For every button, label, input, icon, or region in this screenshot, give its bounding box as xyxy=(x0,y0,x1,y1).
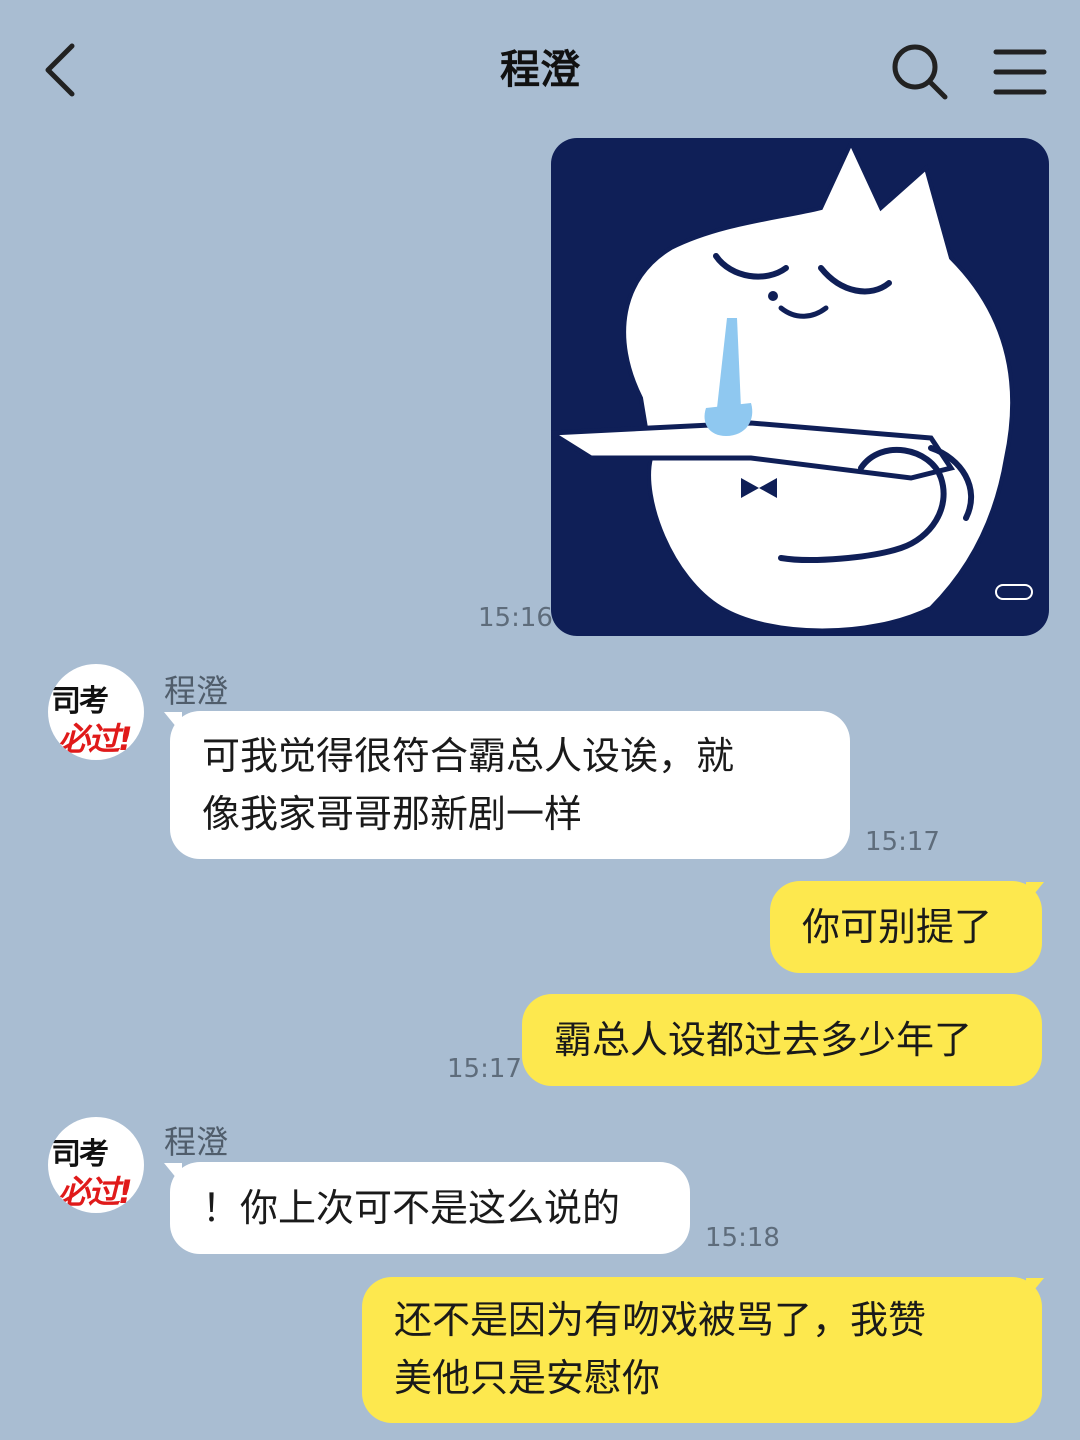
crying-cat-sticker xyxy=(551,138,1033,633)
sender-name: 程澄 xyxy=(164,1123,229,1161)
message-line: 可我觉得很符合霸总人设诶，就 xyxy=(202,734,735,778)
back-button[interactable] xyxy=(38,40,88,100)
avatar[interactable]: 司考 必过! xyxy=(48,664,144,760)
avatar[interactable]: 司考 必过! xyxy=(48,1117,144,1213)
chevron-left-icon xyxy=(45,43,75,97)
search-button[interactable] xyxy=(888,40,952,104)
chat-title: 程澄 xyxy=(500,47,580,93)
message-bubble[interactable]: 霸总人设都过去多少年了 xyxy=(522,994,1042,1086)
message-time: 15:18 xyxy=(705,1223,780,1253)
avatar-text-bottom: 必过! xyxy=(58,1173,133,1211)
message-line: 你可别提了 xyxy=(802,905,993,949)
message-line: 霸总人设都过去多少年了 xyxy=(554,1018,973,1062)
message-bubble[interactable]: 可我觉得很符合霸总人设诶，就 像我家哥哥那新剧一样 xyxy=(170,711,850,859)
message-time: 15:16 xyxy=(478,603,553,633)
sticker-image[interactable] xyxy=(551,138,1049,636)
sender-name: 程澄 xyxy=(164,672,229,710)
message-bubble[interactable]: ！你上次可不是这么说的 xyxy=(170,1162,690,1254)
message-bubble[interactable]: 还不是因为有吻戏被骂了，我赞 美他只是安慰你 xyxy=(362,1277,1042,1423)
message-line: 美他只是安慰你 xyxy=(394,1356,661,1400)
search-icon xyxy=(892,44,948,100)
menu-button[interactable] xyxy=(990,44,1050,100)
message-time: 15:17 xyxy=(447,1054,522,1084)
message-line: ！你上次可不是这么说的 xyxy=(202,1186,621,1230)
message-line: 像我家哥哥那新剧一样 xyxy=(202,792,583,836)
hamburger-menu-icon xyxy=(993,49,1047,95)
message-time: 15:17 xyxy=(865,827,940,857)
message-line: 还不是因为有吻戏被骂了，我赞 xyxy=(394,1298,927,1342)
avatar-text-bottom: 必过! xyxy=(58,720,133,758)
message-bubble[interactable]: 你可别提了 xyxy=(770,881,1042,973)
